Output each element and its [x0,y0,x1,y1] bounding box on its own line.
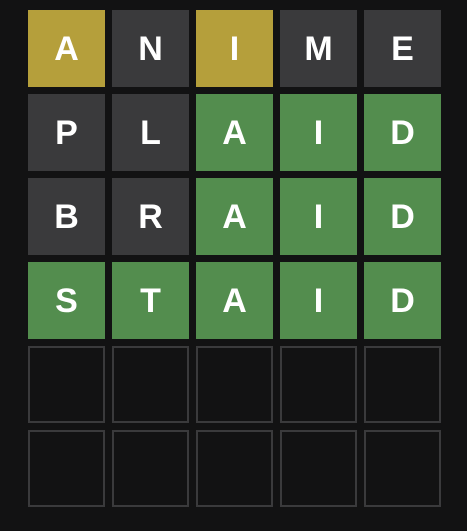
tile-r3-c5: D [364,178,441,255]
tile-r6-c5 [364,430,441,507]
tile-r2-c1: P [28,94,105,171]
tile-r4-c4: I [280,262,357,339]
tile-r6-c2 [112,430,189,507]
tile-r1-c2: N [112,10,189,87]
tile-r5-c2 [112,346,189,423]
tile-r3-c3: A [196,178,273,255]
tile-r3-c1: B [28,178,105,255]
tile-r6-c3 [196,430,273,507]
tile-r6-c4 [280,430,357,507]
tile-r4-c1: S [28,262,105,339]
tile-r1-c4: M [280,10,357,87]
tile-r3-c4: I [280,178,357,255]
tile-r6-c1 [28,430,105,507]
tile-r3-c2: R [112,178,189,255]
tile-r5-c5 [364,346,441,423]
tile-r1-c1: A [28,10,105,87]
game-board: A N I M E P L A I D B R A I D S T A I D [28,10,441,507]
tile-r2-c4: I [280,94,357,171]
tile-r5-c1 [28,346,105,423]
tile-r4-c2: T [112,262,189,339]
tile-r1-c5: E [364,10,441,87]
tile-r4-c5: D [364,262,441,339]
tile-r2-c5: D [364,94,441,171]
tile-r1-c3: I [196,10,273,87]
tile-r5-c4 [280,346,357,423]
tile-r2-c3: A [196,94,273,171]
tile-r5-c3 [196,346,273,423]
tile-r4-c3: A [196,262,273,339]
tile-r2-c2: L [112,94,189,171]
